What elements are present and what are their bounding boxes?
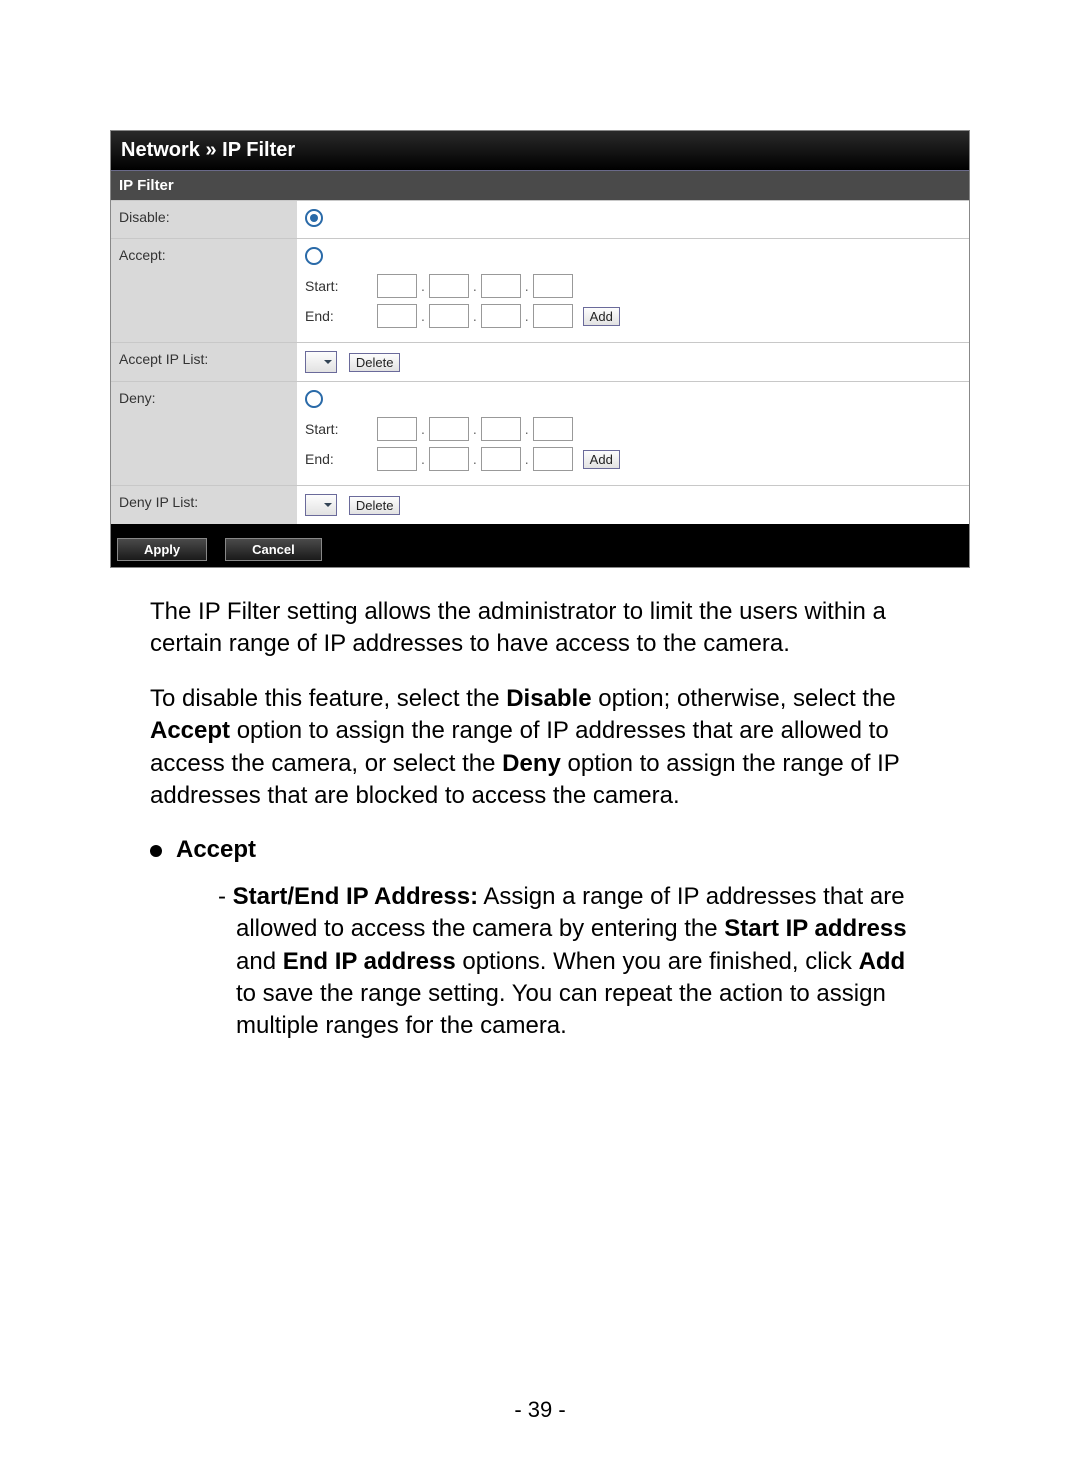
doc-text: The IP Filter setting allows the adminis… <box>150 596 930 1043</box>
chevron-down-icon <box>323 500 333 510</box>
deny-start-octet-1[interactable] <box>377 417 417 441</box>
accept-delete-button[interactable]: Delete <box>349 353 401 372</box>
accept-list-label: Accept IP List: <box>111 343 297 382</box>
accept-radio[interactable] <box>305 247 323 265</box>
apply-button[interactable]: Apply <box>117 538 207 561</box>
panel-header: Network » IP Filter <box>111 131 969 171</box>
accept-start-octet-2[interactable] <box>429 274 469 298</box>
row-disable: Disable: <box>111 201 969 239</box>
disable-label: Disable: <box>111 201 297 239</box>
accept-start-octet-1[interactable] <box>377 274 417 298</box>
accept-start-label: Start: <box>305 278 375 294</box>
deny-delete-button[interactable]: Delete <box>349 496 401 515</box>
row-deny: Deny: Start: . . . End: . . . <box>111 382 969 486</box>
deny-end-octet-4[interactable] <box>533 447 573 471</box>
cancel-button[interactable]: Cancel <box>225 538 322 561</box>
deny-end-octet-3[interactable] <box>481 447 521 471</box>
accept-end-octet-1[interactable] <box>377 304 417 328</box>
chevron-down-icon <box>323 357 333 367</box>
deny-list-dropdown[interactable] <box>305 494 337 516</box>
sub-item-start-end: - Start/End IP Address: Assign a range o… <box>218 881 930 1043</box>
paragraph-1: The IP Filter setting allows the adminis… <box>150 596 930 661</box>
deny-end-label: End: <box>305 451 375 467</box>
panel-table: Disable: Accept: Start: . . . <box>111 200 969 524</box>
panel-footer: Apply Cancel <box>111 524 969 567</box>
paragraph-2: To disable this feature, select the Disa… <box>150 683 930 813</box>
accept-add-button[interactable]: Add <box>583 307 620 326</box>
accept-end-label: End: <box>305 308 375 324</box>
deny-end-octet-1[interactable] <box>377 447 417 471</box>
deny-label: Deny: <box>111 382 297 486</box>
deny-add-button[interactable]: Add <box>583 450 620 469</box>
row-accept-list: Accept IP List: Delete <box>111 343 969 382</box>
deny-start-octet-3[interactable] <box>481 417 521 441</box>
row-accept: Accept: Start: . . . End: . . . <box>111 239 969 343</box>
accept-end-octet-4[interactable] <box>533 304 573 328</box>
accept-end-octet-2[interactable] <box>429 304 469 328</box>
disable-radio[interactable] <box>305 209 323 227</box>
row-deny-list: Deny IP List: Delete <box>111 486 969 525</box>
deny-start-octet-4[interactable] <box>533 417 573 441</box>
deny-end-octet-2[interactable] <box>429 447 469 471</box>
accept-end-octet-3[interactable] <box>481 304 521 328</box>
page-number: - 39 - <box>0 1397 1080 1423</box>
ip-filter-panel: Network » IP Filter IP Filter Disable: A… <box>110 130 970 568</box>
deny-start-octet-2[interactable] <box>429 417 469 441</box>
accept-label: Accept: <box>111 239 297 343</box>
deny-start-label: Start: <box>305 421 375 437</box>
bullet-accept: Accept <box>150 834 930 866</box>
accept-start-octet-3[interactable] <box>481 274 521 298</box>
bullet-disc-icon <box>150 845 162 857</box>
panel-subheader: IP Filter <box>111 171 969 200</box>
deny-list-label: Deny IP List: <box>111 486 297 525</box>
accept-list-dropdown[interactable] <box>305 351 337 373</box>
accept-start-octet-4[interactable] <box>533 274 573 298</box>
deny-radio[interactable] <box>305 390 323 408</box>
